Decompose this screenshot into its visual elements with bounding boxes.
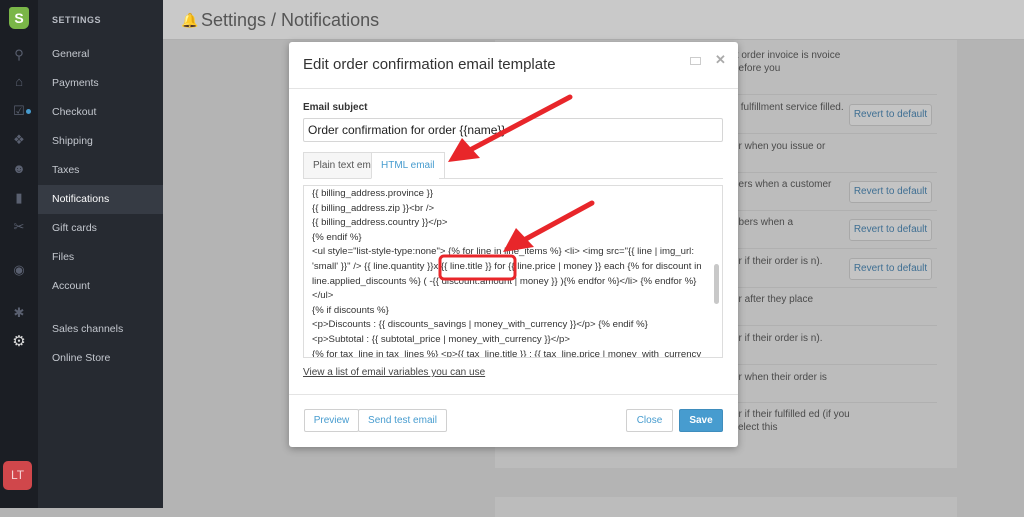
divider xyxy=(439,178,723,179)
notification-description: er if their fulfilled ed (if you select … xyxy=(733,409,850,433)
code-content: {{ billing_address.province }} {{ billin… xyxy=(312,187,707,358)
code-line: {% if discounts %} xyxy=(312,304,389,316)
divider xyxy=(289,394,738,395)
sidebar-item-files[interactable]: Files xyxy=(38,243,163,272)
save-button[interactable]: Save xyxy=(679,409,723,432)
sidebar-item-sales-channels[interactable]: Sales channels xyxy=(38,315,163,344)
notification-description: er if their order is n). xyxy=(733,333,823,344)
email-subject-input[interactable]: Order confirmation for order {{name}} xyxy=(303,118,723,142)
editor-scrollbar[interactable] xyxy=(714,264,719,304)
sidebar-item-taxes[interactable]: Taxes xyxy=(38,156,163,185)
sidebar-heading: SETTINGS xyxy=(52,15,102,25)
revert-to-default-button[interactable]: Revert to default xyxy=(849,258,932,280)
close-icon[interactable]: ✕ xyxy=(715,52,726,68)
email-subject-label: Email subject xyxy=(303,102,368,113)
tab-html-email[interactable]: HTML email xyxy=(371,152,445,179)
sidebar-item-online-store[interactable]: Online Store xyxy=(38,344,163,373)
secondary-card xyxy=(495,497,957,517)
code-line: {{ billing_address.zip }}<br /> xyxy=(312,202,435,214)
settings-icon[interactable]: ⚙ xyxy=(10,333,28,351)
sidebar-item-account[interactable]: Account xyxy=(38,272,163,301)
revert-to-default-button[interactable]: Revert to default xyxy=(849,181,932,203)
online-store-icon[interactable]: ◉ xyxy=(10,261,28,279)
code-line: {% for tax_line in tax_lines %} <p>{{ ta… xyxy=(312,348,702,358)
revert-to-default-button[interactable]: Revert to default xyxy=(849,104,932,126)
divider xyxy=(289,88,738,89)
revert-to-default-button[interactable]: Revert to default xyxy=(849,219,932,241)
page-title: Settings / Notifications xyxy=(201,10,380,30)
notification-description: bers when a customer xyxy=(733,179,832,190)
send-test-email-button[interactable]: Send test email xyxy=(358,409,447,432)
notification-description: er when you issue or xyxy=(733,141,826,152)
code-line: {% endif %} xyxy=(312,231,362,243)
sidebar-item-checkout[interactable]: Checkout xyxy=(38,98,163,127)
products-icon[interactable]: ❖ xyxy=(10,131,28,149)
home-icon[interactable]: ⌂ xyxy=(10,73,28,91)
apps-icon[interactable]: ✱ xyxy=(10,304,28,322)
notification-description: er when their order is xyxy=(733,372,827,383)
sidebar-item-notifications[interactable]: Notifications xyxy=(38,185,163,214)
shopify-logo[interactable]: S xyxy=(9,7,29,29)
notification-description: ft order invoice is nvoice before you xyxy=(733,50,841,74)
sidebar-item-shipping[interactable]: Shipping xyxy=(38,127,163,156)
code-line: {{ billing_address.province }} xyxy=(312,188,434,199)
code-line: <p>Discounts : {{ discounts_savings | mo… xyxy=(312,319,648,331)
sidebar-item-general[interactable]: General xyxy=(38,40,163,69)
notification-description: y fulfillment service filled. xyxy=(733,102,844,113)
sidebar-item-payments[interactable]: Payments xyxy=(38,69,163,98)
notification-description: er after they place xyxy=(733,294,814,305)
code-line: <p>Subtotal : {{ subtotal_price | money_… xyxy=(312,333,570,345)
search-icon[interactable]: ⚲ xyxy=(10,46,28,64)
sidebar-item-gift-cards[interactable]: Gift cards xyxy=(38,214,163,243)
notification-description: er if their order is n). xyxy=(733,256,823,267)
code-line: {{ billing_address.country }}</p> xyxy=(312,217,448,229)
breadcrumb: 🔔 Settings / Notifications xyxy=(181,10,380,31)
discounts-icon[interactable]: ✂ xyxy=(10,218,28,236)
bell-icon: 🔔 xyxy=(181,12,199,28)
edit-template-modal: Edit order confirmation email template ✕… xyxy=(289,42,738,447)
preview-button[interactable]: Preview xyxy=(304,409,359,432)
page-header: 🔔 Settings / Notifications xyxy=(163,0,1024,40)
reports-icon[interactable]: ▮ xyxy=(10,189,28,207)
code-line: </ul> xyxy=(312,290,334,302)
avatar[interactable]: LT xyxy=(3,461,32,490)
notification-dot xyxy=(26,109,31,114)
customers-icon[interactable]: ☻ xyxy=(10,160,28,178)
icon-bar: S ⚲ ⌂ ☑ ❖ ☻ ▮ ✂ ◉ ✱ ⚙ LT xyxy=(0,0,38,508)
notification-description: ribers when a xyxy=(733,217,794,228)
email-variables-link[interactable]: View a list of email variables you can u… xyxy=(303,367,485,378)
close-button[interactable]: Close xyxy=(626,409,673,432)
html-template-editor[interactable]: {{ billing_address.province }} {{ billin… xyxy=(303,185,723,358)
modal-title: Edit order confirmation email template xyxy=(303,56,556,73)
fullscreen-icon[interactable] xyxy=(690,57,701,65)
code-line: <ul style="list-style-type:none"> {% for… xyxy=(312,246,705,287)
settings-sidebar: SETTINGS General Payments Checkout Shipp… xyxy=(38,0,163,508)
